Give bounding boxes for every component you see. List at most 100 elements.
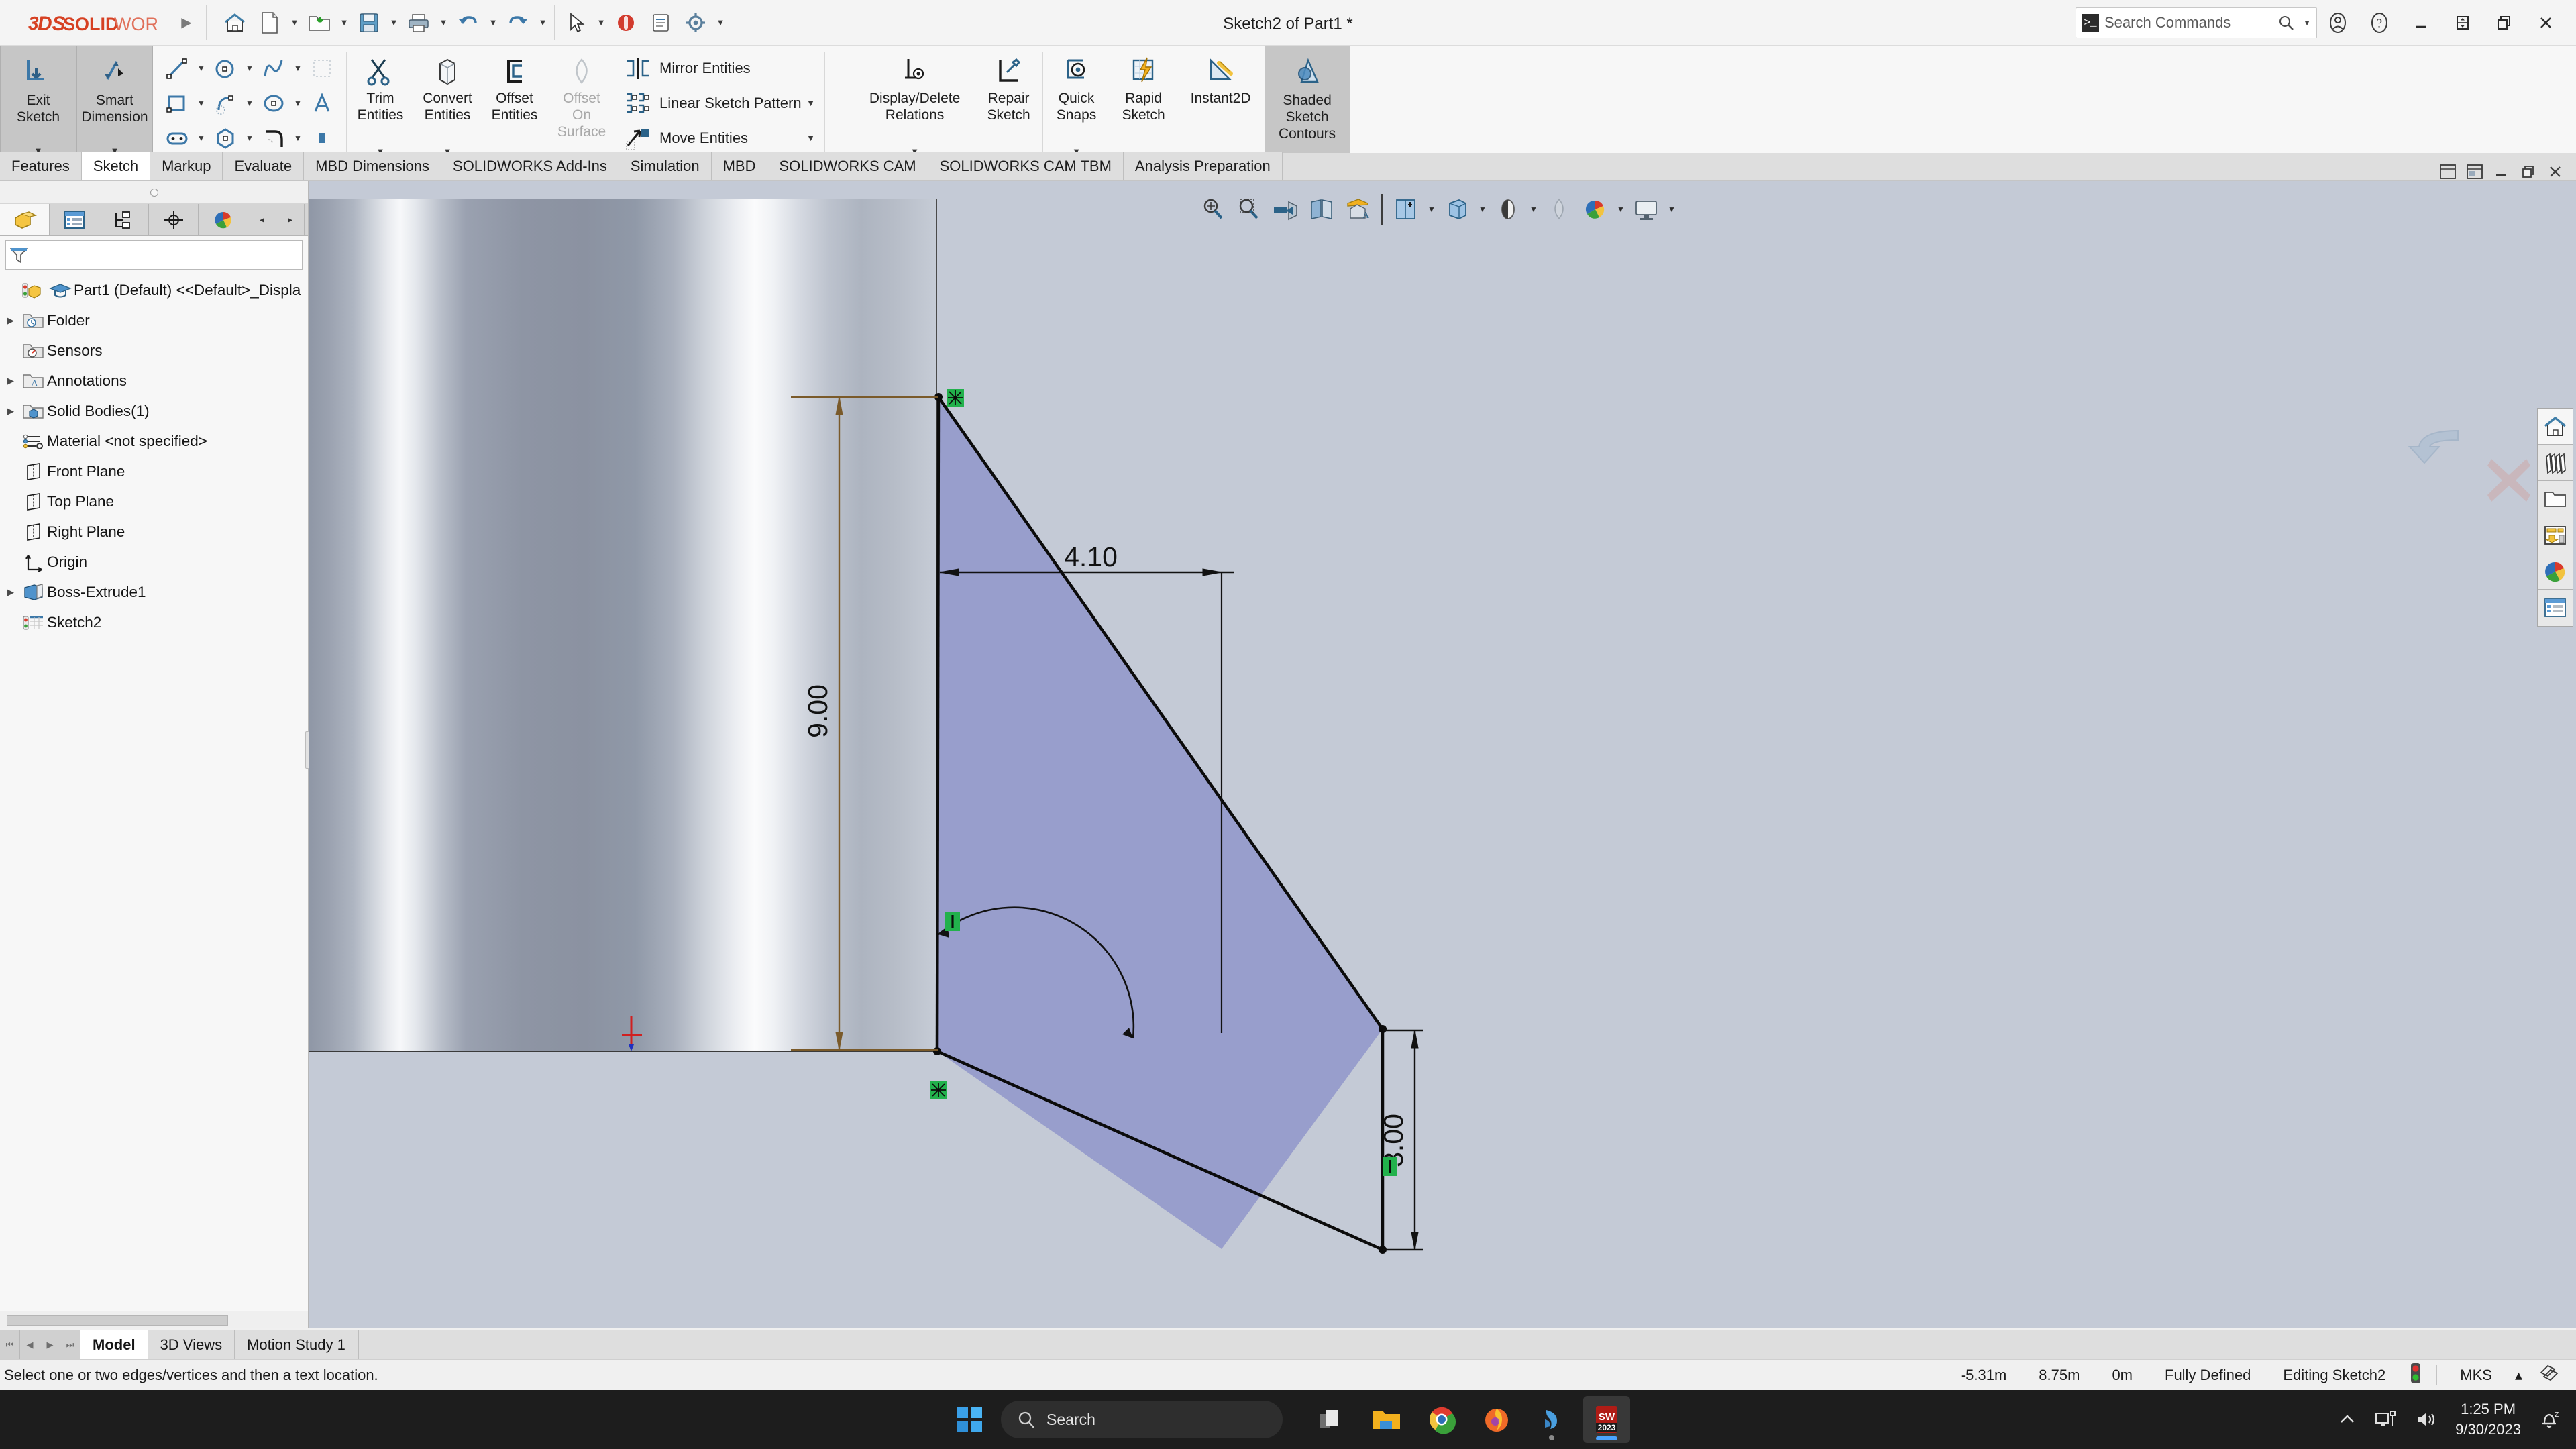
- fillet-caret[interactable]: ▼: [291, 133, 305, 143]
- tree-item-origin[interactable]: Origin: [0, 547, 308, 577]
- units-caret[interactable]: ▴: [2508, 1366, 2529, 1384]
- view-settings-icon[interactable]: [1577, 193, 1613, 225]
- ellipse-caret[interactable]: ▼: [291, 99, 305, 108]
- select-caret[interactable]: ▼: [594, 5, 608, 40]
- volume-icon[interactable]: [2415, 1409, 2438, 1430]
- taskbar-clock[interactable]: 1:25 PM 9/30/2023: [2455, 1399, 2521, 1440]
- manager-tab-prev[interactable]: ◂: [248, 204, 276, 235]
- circle-icon[interactable]: [208, 52, 243, 85]
- twisty-annotations[interactable]: ▶: [1, 376, 20, 386]
- tab-mbd-dimensions[interactable]: MBD Dimensions: [304, 152, 442, 180]
- custom-properties-icon[interactable]: [2538, 590, 2573, 626]
- quick-snaps-button[interactable]: Quick Snaps ▼: [1043, 46, 1110, 160]
- display-style-icon[interactable]: [1388, 193, 1424, 225]
- tab-analysis-preparation[interactable]: Analysis Preparation: [1123, 152, 1283, 180]
- redo-icon[interactable]: [500, 5, 535, 40]
- help-icon[interactable]: ?: [2359, 0, 2400, 46]
- display-monitor-icon[interactable]: [1628, 193, 1664, 225]
- firefox-icon[interactable]: [1473, 1396, 1520, 1443]
- tab-solidworks-cam[interactable]: SOLIDWORKS CAM: [767, 152, 928, 180]
- logo-expand-arrow[interactable]: ▶: [171, 14, 202, 31]
- circle-caret[interactable]: ▼: [243, 64, 256, 73]
- units-indicator[interactable]: MKS: [2444, 1366, 2508, 1384]
- home-panel-icon[interactable]: [2538, 409, 2573, 445]
- 3d-views-tab[interactable]: 3D Views: [148, 1330, 235, 1359]
- motion-study-tab[interactable]: Motion Study 1: [235, 1330, 358, 1359]
- print-icon[interactable]: [401, 5, 436, 40]
- model-tab[interactable]: Model: [80, 1330, 148, 1359]
- pin-icon[interactable]: [2466, 163, 2483, 180]
- open-folder-icon[interactable]: [302, 5, 337, 40]
- previous-view-icon[interactable]: [1267, 193, 1303, 225]
- polygon-slot-icon[interactable]: [208, 87, 243, 119]
- display-delete-relations-button[interactable]: Display/Delete Relations ▼: [855, 46, 975, 160]
- grid-pattern-icon[interactable]: [305, 52, 339, 85]
- tab-evaluate[interactable]: Evaluate: [223, 152, 305, 180]
- display-monitor-caret[interactable]: ▼: [1664, 205, 1679, 214]
- tree-item-folder[interactable]: ▶ Folder: [0, 305, 308, 335]
- panel-splitter[interactable]: [0, 181, 308, 204]
- print-caret[interactable]: ▼: [436, 5, 451, 40]
- twisty-boss-extrude[interactable]: ▶: [1, 587, 20, 598]
- nav-last-button[interactable]: ⏭: [60, 1330, 80, 1359]
- account-icon[interactable]: [2317, 0, 2359, 46]
- zoom-to-fit-icon[interactable]: [1195, 193, 1231, 225]
- undo-caret[interactable]: ▼: [486, 5, 500, 40]
- slot-caret[interactable]: ▼: [195, 133, 208, 143]
- file-explorer-icon[interactable]: [1363, 1396, 1410, 1443]
- notifications-bell-icon[interactable]: z: [2538, 1409, 2561, 1430]
- zoom-to-area-icon[interactable]: [1231, 193, 1267, 225]
- display-style-caret[interactable]: ▼: [1424, 205, 1439, 214]
- property-manager-tab[interactable]: [50, 204, 99, 235]
- tree-item-boss-extrude1[interactable]: ▶ Boss-Extrude1: [0, 577, 308, 607]
- tree-item-sketch2[interactable]: Sketch2: [0, 607, 308, 637]
- new-document-icon[interactable]: [252, 5, 287, 40]
- twisty-folder[interactable]: ▶: [1, 315, 20, 326]
- linear-sketch-pattern-caret[interactable]: ▼: [802, 98, 820, 108]
- taskbar-search-box[interactable]: Search: [1001, 1401, 1283, 1438]
- hide-show-items-caret[interactable]: ▼: [1475, 205, 1490, 214]
- select-arrow-icon[interactable]: [559, 5, 594, 40]
- tree-item-front-plane[interactable]: Front Plane: [0, 456, 308, 486]
- point-icon[interactable]: [305, 122, 339, 154]
- network-icon[interactable]: [2375, 1409, 2398, 1430]
- convert-entities-button[interactable]: Convert Entities ▼: [414, 46, 481, 160]
- open-folder-caret[interactable]: ▼: [337, 5, 352, 40]
- tree-item-top-plane[interactable]: Top Plane: [0, 486, 308, 517]
- polygon-caret[interactable]: ▼: [243, 133, 256, 143]
- tab-mbd[interactable]: MBD: [711, 152, 768, 180]
- new-document-caret[interactable]: ▼: [287, 5, 302, 40]
- options-gear-icon[interactable]: [678, 5, 713, 40]
- tab-simulation[interactable]: Simulation: [619, 152, 712, 180]
- shaded-sketch-contours-button[interactable]: Shaded Sketch Contours: [1264, 46, 1350, 160]
- graphics-viewport[interactable]: 9.00 4.10 3.00 130°: [309, 181, 2576, 1328]
- manager-tab-next[interactable]: ▸: [276, 204, 305, 235]
- overlay-layers-icon[interactable]: [2529, 1363, 2569, 1387]
- tree-horizontal-scrollbar[interactable]: [0, 1311, 308, 1328]
- line-icon[interactable]: [160, 52, 195, 85]
- repair-sketch-button[interactable]: Repair Sketch: [975, 46, 1042, 160]
- tree-item-annotations[interactable]: ▶ A Annotations: [0, 366, 308, 396]
- move-entities-button[interactable]: Move Entities ▼: [619, 121, 820, 156]
- spline-icon[interactable]: [256, 52, 291, 85]
- save-caret[interactable]: ▼: [386, 5, 401, 40]
- tree-filter-input[interactable]: [5, 240, 303, 270]
- app-blue-icon[interactable]: [1528, 1396, 1575, 1443]
- rectangle-icon[interactable]: [160, 87, 195, 119]
- maximize-button[interactable]: [2483, 0, 2525, 46]
- view-orientation-icon[interactable]: A: [1340, 193, 1376, 225]
- show-hidden-icons-chevron[interactable]: [2337, 1409, 2357, 1430]
- restore-down-button[interactable]: [2442, 0, 2483, 46]
- polygon-slot-caret[interactable]: ▼: [243, 99, 256, 108]
- dimxpert-manager-tab[interactable]: [149, 204, 199, 235]
- nav-prev-button[interactable]: ◀: [20, 1330, 40, 1359]
- scroll-thumb[interactable]: [7, 1314, 228, 1326]
- confirmation-corner-accept-icon[interactable]: [2402, 424, 2475, 475]
- chrome-icon[interactable]: [1418, 1396, 1465, 1443]
- tile-windows-icon[interactable]: [2439, 163, 2457, 180]
- feature-manager-tab[interactable]: [0, 204, 50, 235]
- edit-appearance-caret[interactable]: ▼: [1526, 205, 1541, 214]
- ellipse-icon[interactable]: [256, 87, 291, 119]
- tree-item-part1[interactable]: Part1 (Default) <<Default>_Displa: [0, 275, 308, 305]
- text-icon[interactable]: [305, 87, 339, 119]
